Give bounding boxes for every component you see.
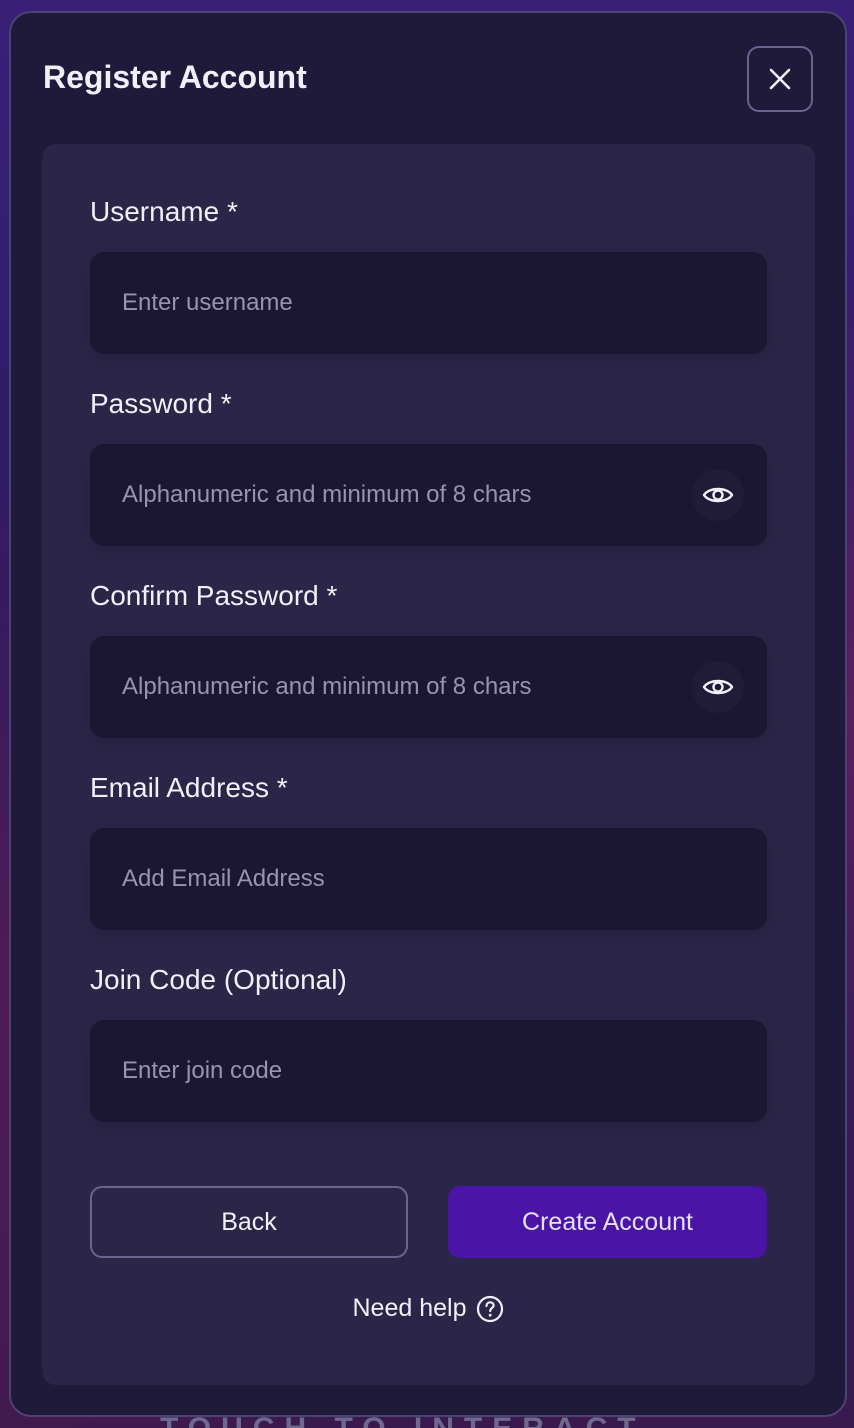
back-button[interactable]: Back [90,1186,408,1258]
registration-form: Username * Password * Confirm Password *… [42,144,815,1385]
email-label: Email Address * [90,772,288,803]
password-input[interactable] [90,444,767,546]
help-circle-icon [477,1295,504,1322]
join-code-label: Join Code (Optional) [90,964,347,995]
close-icon [769,68,791,90]
password-label: Password * [90,388,232,419]
close-button[interactable] [747,46,813,112]
create-account-button[interactable]: Create Account [448,1186,767,1258]
password-visibility-toggle[interactable] [692,469,744,521]
register-account-modal: Register Account Username * Password * C… [9,11,847,1417]
eye-icon [702,679,734,695]
confirm-password-visibility-toggle[interactable] [692,661,744,713]
username-label: Username * [90,196,238,227]
confirm-password-label: Confirm Password * [90,580,338,611]
email-input[interactable] [90,828,767,930]
back-button-label: Back [221,1207,277,1236]
modal-title: Register Account [43,59,307,95]
create-account-button-label: Create Account [522,1207,693,1236]
join-code-input[interactable] [90,1020,767,1122]
username-input[interactable] [90,252,767,354]
eye-icon [702,487,734,503]
need-help-link[interactable]: Need help [42,1294,815,1323]
need-help-label: Need help [352,1294,467,1322]
confirm-password-input[interactable] [90,636,767,738]
